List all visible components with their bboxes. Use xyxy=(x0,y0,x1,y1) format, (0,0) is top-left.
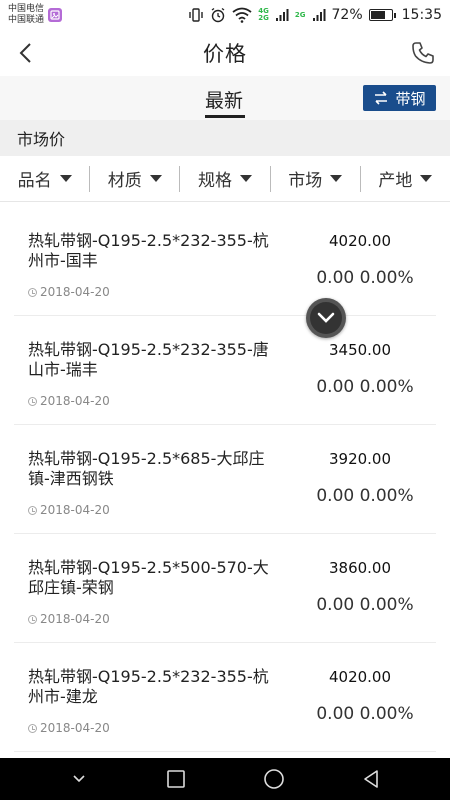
list-item[interactable]: 热轧带钢-Q195-2.5*232-355-杭州市-国丰 2018-04-20 … xyxy=(14,207,436,316)
battery-icon xyxy=(368,9,396,21)
network-type-tag-2: 2G xyxy=(294,10,306,19)
caret-down-icon xyxy=(149,175,162,182)
chevron-left-icon xyxy=(19,43,31,63)
back-button[interactable] xyxy=(10,38,40,68)
wifi-icon xyxy=(232,7,252,23)
item-change: 0.00 0.00% xyxy=(316,377,414,397)
list-item[interactable]: 热轧带钢-Q195-2.5*500-570-大邱庄镇-荣钢 2018-04-20… xyxy=(14,534,436,643)
nav-hide-button[interactable] xyxy=(59,759,99,799)
filter-label: 市场 xyxy=(288,171,323,191)
filter-origin[interactable]: 产地 xyxy=(361,166,450,192)
tab-row: 最新 带钢 xyxy=(0,76,450,120)
item-date: 2018-04-20 xyxy=(28,721,110,735)
price-list: 热轧带钢-Q195-2.5*232-355-杭州市-国丰 2018-04-20 … xyxy=(0,207,450,752)
nav-recents-button[interactable] xyxy=(156,759,196,799)
net-tag-mid: 2G xyxy=(258,14,269,22)
item-price: 4020.00 xyxy=(328,668,392,686)
filter-label: 产地 xyxy=(378,171,413,191)
app-header: 价格 xyxy=(0,30,450,76)
status-bar: 中国电信 中国联通 4G 2G 2G 72% 15:35 xyxy=(0,0,450,30)
filter-spec[interactable]: 规格 xyxy=(180,165,271,192)
list-item[interactable]: 热轧带钢-Q195-2.5*232-355-杭州市-建龙 2018-04-20 … xyxy=(14,643,436,752)
item-date-text: 2018-04-20 xyxy=(40,394,110,408)
filter-label: 材质 xyxy=(107,171,142,191)
circle-icon xyxy=(263,769,284,789)
caret-down-icon xyxy=(420,175,433,182)
item-date: 2018-04-20 xyxy=(28,394,110,408)
item-date-text: 2018-04-20 xyxy=(40,721,110,735)
vibrate-icon xyxy=(188,7,204,23)
chevron-down-icon xyxy=(73,775,85,783)
caret-down-icon xyxy=(330,175,343,182)
net-tag-bottom: 2G xyxy=(294,10,306,19)
carrier-names: 中国电信 中国联通 xyxy=(8,4,44,26)
list-item[interactable]: 热轧带钢-Q195-2.5*232-355-唐山市-瑞丰 2018-04-20 … xyxy=(14,316,436,425)
item-date-text: 2018-04-20 xyxy=(40,285,110,299)
nav-home-button[interactable] xyxy=(254,759,294,799)
price-screen: 中国电信 中国联通 4G 2G 2G 72% 15:35 价格 最新 带钢 市场… xyxy=(0,0,450,800)
filter-material[interactable]: 材质 xyxy=(90,165,181,192)
caret-down-icon xyxy=(240,175,252,182)
item-date: 2018-04-20 xyxy=(28,503,110,517)
item-name: 热轧带钢-Q195-2.5*500-570-大邱庄镇-荣钢 xyxy=(28,558,269,597)
item-change: 0.00 0.00% xyxy=(316,486,414,506)
scroll-down-button-inner xyxy=(310,302,342,334)
signal-icon-1 xyxy=(275,8,289,22)
item-change: 0.00 0.00% xyxy=(316,268,414,288)
alarm-icon xyxy=(210,7,226,23)
item-name: 热轧带钢-Q195-2.5*232-355-杭州市-国丰 xyxy=(28,231,269,270)
carrier-group: 中国电信 中国联通 xyxy=(8,4,63,26)
carrier-1: 中国电信 xyxy=(8,4,45,14)
item-name: 热轧带钢-Q195-2.5*232-355-杭州市-建龙 xyxy=(28,667,269,706)
phone-icon xyxy=(412,42,434,64)
item-change: 0.00 0.00% xyxy=(316,704,414,724)
item-price: 3860.00 xyxy=(328,559,392,577)
carrier-2: 中国联通 xyxy=(8,15,45,25)
item-price: 4020.00 xyxy=(328,232,392,250)
filter-label: 规格 xyxy=(198,171,232,191)
item-name: 热轧带钢-Q195-2.5*685-大邱庄镇-津西钢铁 xyxy=(28,449,265,488)
item-price: 3920.00 xyxy=(328,450,392,468)
page-title: 价格 xyxy=(203,42,247,66)
system-nav-bar xyxy=(0,758,450,800)
category-switch-button[interactable]: 带钢 xyxy=(363,85,436,111)
clock-icon xyxy=(28,723,37,733)
item-name: 热轧带钢-Q195-2.5*232-355-唐山市-瑞丰 xyxy=(28,340,269,379)
item-price: 3450.00 xyxy=(328,341,392,359)
nav-back-button[interactable] xyxy=(351,759,391,799)
item-date: 2018-04-20 xyxy=(28,285,110,299)
chevron-down-icon xyxy=(317,312,335,323)
category-switch-label: 带钢 xyxy=(395,89,426,108)
call-button[interactable] xyxy=(408,38,438,68)
item-change: 0.00 0.00% xyxy=(316,595,414,615)
filter-bar: 品名 材质 规格 市场 产地 xyxy=(0,156,450,202)
scroll-down-button[interactable] xyxy=(306,298,346,338)
square-icon xyxy=(167,770,186,788)
item-date-text: 2018-04-20 xyxy=(40,503,110,517)
filter-label: 品名 xyxy=(17,171,52,191)
swap-arrows-icon xyxy=(375,91,388,105)
battery-fill xyxy=(370,11,386,19)
tab-active-indicator xyxy=(205,115,245,118)
clock-icon xyxy=(28,614,37,624)
caret-down-icon xyxy=(59,175,72,182)
filter-product-name[interactable]: 品名 xyxy=(0,165,91,192)
battery-percent: 72% xyxy=(331,7,363,23)
tab-latest[interactable]: 最新 xyxy=(205,86,243,113)
filter-market[interactable]: 市场 xyxy=(271,165,361,192)
network-type-tags: 4G 2G xyxy=(258,8,269,22)
signal-icon-2 xyxy=(312,8,326,22)
app-notification-icon xyxy=(48,8,63,22)
clock-icon xyxy=(28,396,37,406)
item-date-text: 2018-04-20 xyxy=(40,612,110,626)
clock-icon xyxy=(28,505,37,515)
clock-icon xyxy=(28,287,37,297)
list-item[interactable]: 热轧带钢-Q195-2.5*685-大邱庄镇-津西钢铁 2018-04-20 3… xyxy=(14,425,436,534)
status-indicators: 4G 2G 2G 72% 15:35 xyxy=(188,7,442,23)
item-date: 2018-04-20 xyxy=(28,612,110,626)
triangle-back-icon xyxy=(364,770,379,788)
clock-time: 15:35 xyxy=(401,7,442,23)
section-title: 市场价 xyxy=(0,120,450,156)
